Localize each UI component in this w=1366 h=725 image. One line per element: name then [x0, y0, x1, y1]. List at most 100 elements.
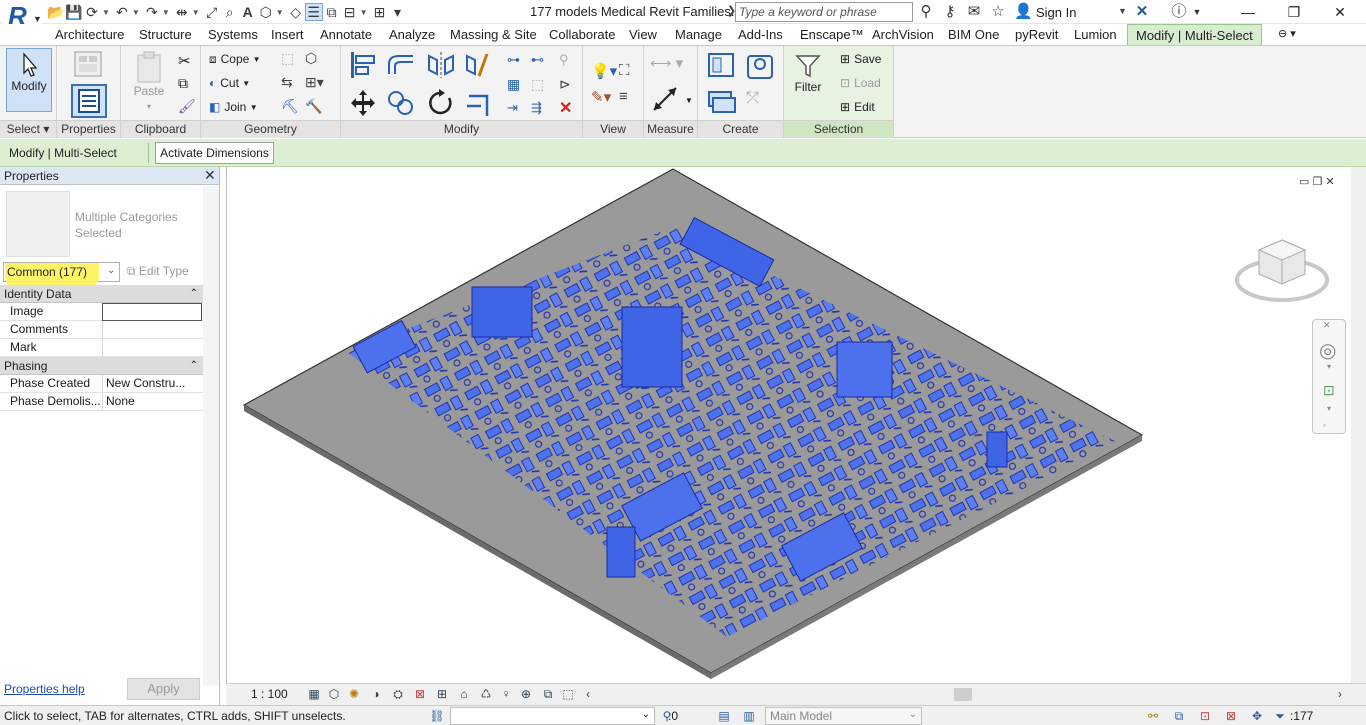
measure-icon[interactable]: ⇹ — [173, 3, 191, 21]
dimension-icon[interactable]: ⤢ — [203, 3, 221, 21]
hide-in-view-icon[interactable]: ⛶ — [619, 62, 630, 79]
horizontal-scroll-thumb[interactable] — [954, 688, 972, 701]
mirror-draw-axis-icon[interactable] — [463, 50, 495, 80]
worksharing-display-icon[interactable]: ⬚ — [560, 687, 576, 703]
tab-massing-site[interactable]: Massing & Site — [450, 24, 537, 45]
help-icon[interactable]: ⓘ — [1170, 3, 1188, 21]
active-workset-dropdown[interactable]: ⌄ — [450, 707, 655, 725]
move-icon[interactable] — [347, 88, 379, 118]
shadows-icon[interactable]: ◑ — [368, 687, 384, 703]
filter-funnel-icon[interactable]: ⏷ — [1271, 707, 1289, 725]
split-with-gap-icon[interactable]: ⊷ — [531, 52, 544, 68]
trim-multiple-icon[interactable]: ⇶ — [531, 100, 542, 116]
demolish-icon[interactable]: ⛏ — [281, 98, 299, 115]
chevron-down-icon[interactable]: ▼ — [162, 8, 170, 17]
chevron-down-icon[interactable]: ▾ — [1327, 362, 1331, 371]
chevron-down-icon[interactable]: ▼ — [685, 96, 693, 105]
tab-annotate[interactable]: Annotate — [320, 24, 372, 45]
property-value-phase-created[interactable]: New Constru... — [102, 375, 202, 393]
close-window-button[interactable]: ✕ — [1317, 0, 1363, 24]
detail-level-icon[interactable]: ▦ — [306, 687, 322, 703]
communication-icon[interactable]: ✉ — [965, 3, 983, 21]
unpin-icon[interactable]: ⚲ — [559, 52, 569, 68]
override-graphics-icon[interactable]: 💡▾ — [591, 62, 617, 80]
pin-icon[interactable]: ⊳ — [559, 76, 571, 93]
hammer-icon[interactable]: 🔨 — [305, 98, 322, 115]
design-options-icon[interactable]: ▤ — [715, 707, 733, 725]
customize-qat-icon[interactable]: ▾ — [389, 3, 407, 21]
highlight-displacement-icon[interactable]: ⊕ — [518, 687, 534, 703]
close-icon[interactable]: ✕ — [204, 167, 216, 184]
tab-manage[interactable]: Manage — [675, 24, 722, 45]
tag-icon[interactable]: ⌕ — [221, 3, 239, 21]
text-icon[interactable]: A — [239, 3, 257, 21]
tab-bim-one[interactable]: BIM One — [948, 24, 999, 45]
switch-windows-icon[interactable]: ⊟ — [341, 3, 359, 21]
linework-icon[interactable]: ✎▾ — [591, 88, 611, 106]
tab-modify-multi-select[interactable]: Modify | Multi-Select — [1127, 24, 1262, 45]
measure-distance-icon[interactable]: ⟷ ▾ — [650, 54, 683, 72]
properties-help-link[interactable]: Properties help — [4, 682, 85, 696]
property-value-comments[interactable] — [102, 321, 202, 339]
sign-in-link[interactable]: Sign In — [1036, 5, 1076, 20]
customize-icon[interactable]: ◦ — [1323, 420, 1326, 430]
group-phasing[interactable]: Phasing ⌃ — [0, 357, 203, 375]
join-roof-icon[interactable]: ⇆ — [281, 74, 293, 91]
subscription-icon[interactable]: ⚷ — [941, 3, 959, 21]
favorites-star-icon[interactable]: ☆ — [989, 3, 1007, 21]
wall-joins-icon[interactable]: ⬚ — [281, 50, 294, 67]
chevron-down-icon[interactable]: ▼ — [276, 8, 284, 17]
view-scale[interactable]: 1 : 100 — [251, 687, 288, 701]
match-properties-icon[interactable]: 🖌 — [178, 98, 196, 115]
select-links-icon[interactable]: ⚯ — [1144, 707, 1162, 725]
split-element-icon[interactable]: ⊶ — [507, 52, 520, 68]
family-block[interactable] — [836, 341, 893, 398]
copy-element-icon[interactable] — [385, 88, 417, 118]
property-value-mark[interactable] — [102, 339, 202, 357]
restore-button[interactable]: ❐ — [1271, 0, 1317, 24]
edit-type-button[interactable]: ⧉ Edit Type — [127, 264, 189, 279]
view-canvas[interactable]: ▭ ❐ ✕ ✕ ◎ ▾ ⊡ ▾ ◦ — [226, 167, 1351, 683]
chevron-down-icon[interactable]: ▼ — [360, 8, 368, 17]
search-input[interactable]: Type a keyword or phrase — [735, 2, 913, 22]
trim-extend-icon[interactable] — [463, 88, 495, 118]
type-properties-icon[interactable] — [71, 50, 107, 80]
save-selection-button[interactable]: ⊞ Save — [840, 48, 881, 70]
chevron-down-icon[interactable]: ▼ — [1118, 6, 1127, 16]
section-icon[interactable]: ◇ — [287, 3, 305, 21]
chevron-down-icon[interactable]: ▼ — [192, 8, 200, 17]
type-selector-dropdown[interactable]: Common (177) ⌄ — [3, 262, 120, 287]
paint-icon[interactable]: ⊞▾ — [305, 74, 324, 91]
tab-pyrevit[interactable]: pyRevit — [1015, 24, 1058, 45]
family-block[interactable] — [986, 431, 1008, 468]
tab-systems[interactable]: Systems — [208, 24, 258, 45]
tab-view[interactable]: View — [629, 24, 657, 45]
modify-button[interactable]: Modify — [6, 48, 52, 112]
show-rendering-icon[interactable]: ⛭ — [390, 687, 406, 703]
delete-icon[interactable]: ✕ — [559, 98, 572, 118]
view-window-controls[interactable]: ▭ ❐ ✕ — [1299, 175, 1335, 188]
chevron-down-icon[interactable]: ▾ — [1327, 404, 1331, 413]
array-icon[interactable]: ▦ — [507, 76, 520, 93]
steering-wheel-icon[interactable]: ◎ — [1319, 338, 1336, 363]
tab-archvision[interactable]: ArchVision — [872, 24, 934, 45]
visual-style-icon[interactable]: ⬡ — [326, 687, 342, 703]
3d-view-icon[interactable]: ⬡ — [257, 3, 275, 21]
align-icon[interactable] — [347, 50, 379, 80]
minimize-button[interactable]: — — [1225, 0, 1271, 24]
scroll-right-icon[interactable]: › — [1332, 687, 1348, 703]
tab-insert[interactable]: Insert — [271, 24, 304, 45]
property-value-phase-demolished[interactable]: None — [102, 393, 202, 411]
property-value-image[interactable] — [102, 303, 202, 321]
aligned-dimension-icon[interactable] — [650, 84, 680, 114]
open-icon[interactable]: 📂 — [47, 3, 65, 21]
create-assembly-icon[interactable] — [705, 50, 737, 80]
cope-button[interactable]: ⧈ Cope ▼ — [209, 48, 261, 70]
binoculars-icon[interactable]: ⚲ — [917, 3, 935, 21]
tab-analyze[interactable]: Analyze — [389, 24, 435, 45]
3d-model-view[interactable] — [227, 167, 1352, 683]
load-selection-button[interactable]: ⊡ Load — [840, 72, 881, 94]
undo-icon[interactable]: ↶ — [113, 3, 131, 21]
exclude-options-icon[interactable]: ▥ — [740, 707, 758, 725]
cut-scissors-icon[interactable]: ✂ — [178, 52, 191, 70]
